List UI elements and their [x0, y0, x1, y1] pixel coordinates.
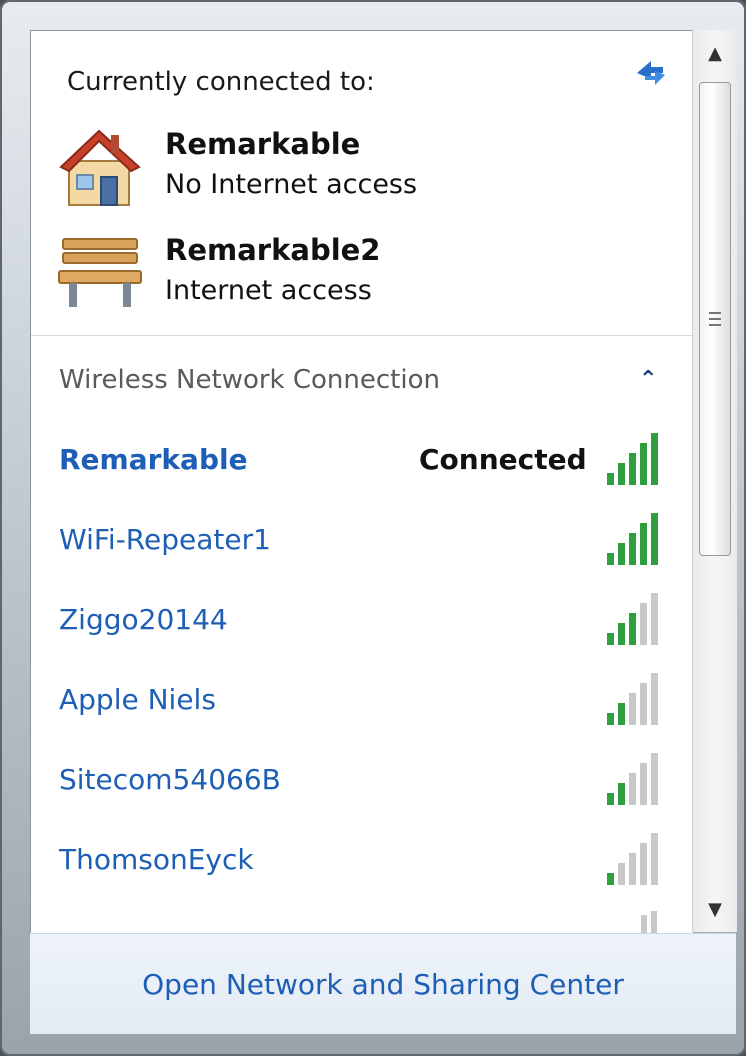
- current-network-name: Remarkable2: [165, 233, 381, 267]
- signal-bar: [618, 783, 625, 805]
- network-name[interactable]: WiFi-Repeater1: [59, 523, 271, 556]
- signal-bar: [618, 463, 625, 485]
- current-network-status: Internet access: [165, 275, 372, 306]
- signal-bar: [607, 873, 614, 885]
- signal-bar: [640, 603, 647, 645]
- signal-bar: [651, 753, 658, 805]
- signal-bar: [640, 763, 647, 805]
- signal-bar: [629, 773, 636, 805]
- signal-bar: [629, 613, 636, 645]
- refresh-icon[interactable]: [631, 53, 671, 93]
- signal-strength-icon: [607, 593, 658, 645]
- scroll-down-arrow-icon[interactable]: ▼: [693, 886, 737, 932]
- signal-bar: [618, 543, 625, 565]
- signal-bar: [629, 533, 636, 565]
- signal-bar: [618, 703, 625, 725]
- house-icon: [59, 129, 141, 206]
- signal-bar: [607, 553, 614, 565]
- signal-bar: [607, 473, 614, 485]
- signal-bar: [618, 623, 625, 645]
- signal-bar: [607, 633, 614, 645]
- signal-bar: [618, 863, 625, 885]
- current-network-status: No Internet access: [165, 169, 418, 200]
- signal-bar: [640, 683, 647, 725]
- signal-strength-icon: [607, 753, 658, 805]
- signal-bar: [629, 453, 636, 485]
- section-divider: [31, 335, 693, 336]
- network-status: Connected: [419, 443, 587, 476]
- currently-connected-header: Currently connected to:: [67, 67, 375, 97]
- footer-bar: Open Network and Sharing Center: [30, 933, 736, 1034]
- grip-icon: [709, 312, 721, 326]
- open-network-sharing-center-link[interactable]: Open Network and Sharing Center: [142, 968, 624, 1001]
- signal-bar: [607, 713, 614, 725]
- signal-bar: [651, 513, 658, 565]
- signal-bar: [640, 843, 647, 885]
- network-name[interactable]: ThomsonEyck: [59, 843, 254, 876]
- signal-strength-icon: [607, 513, 658, 565]
- signal-bar: [651, 593, 658, 645]
- bench-icon: [58, 238, 142, 307]
- signal-strength-icon: [641, 911, 657, 933]
- signal-bar: [640, 523, 647, 565]
- signal-strength-icon: [607, 833, 658, 885]
- network-name[interactable]: Sitecom54066B: [59, 763, 281, 796]
- signal-bar: [651, 673, 658, 725]
- signal-strength-icon: [607, 433, 658, 485]
- network-name[interactable]: Remarkable: [59, 443, 248, 476]
- network-list-panel: Currently connected to: Remarkable No In…: [30, 30, 694, 934]
- signal-strength-icon: [607, 673, 658, 725]
- signal-bar: [629, 853, 636, 885]
- scroll-up-arrow-icon[interactable]: ▲: [693, 30, 737, 76]
- signal-bar: [651, 433, 658, 485]
- network-name[interactable]: Apple Niels: [59, 683, 216, 716]
- signal-bar: [629, 693, 636, 725]
- vertical-scrollbar[interactable]: ▲ ▼: [692, 30, 737, 932]
- wireless-section-title: Wireless Network Connection: [59, 365, 440, 395]
- signal-bar: [640, 443, 647, 485]
- collapse-chevron-icon[interactable]: ⌃: [639, 367, 657, 392]
- network-name[interactable]: Ziggo20144: [59, 603, 228, 636]
- signal-bar: [607, 793, 614, 805]
- current-network-name: Remarkable: [165, 127, 361, 161]
- signal-bar: [651, 833, 658, 885]
- scrollbar-thumb[interactable]: [699, 82, 731, 556]
